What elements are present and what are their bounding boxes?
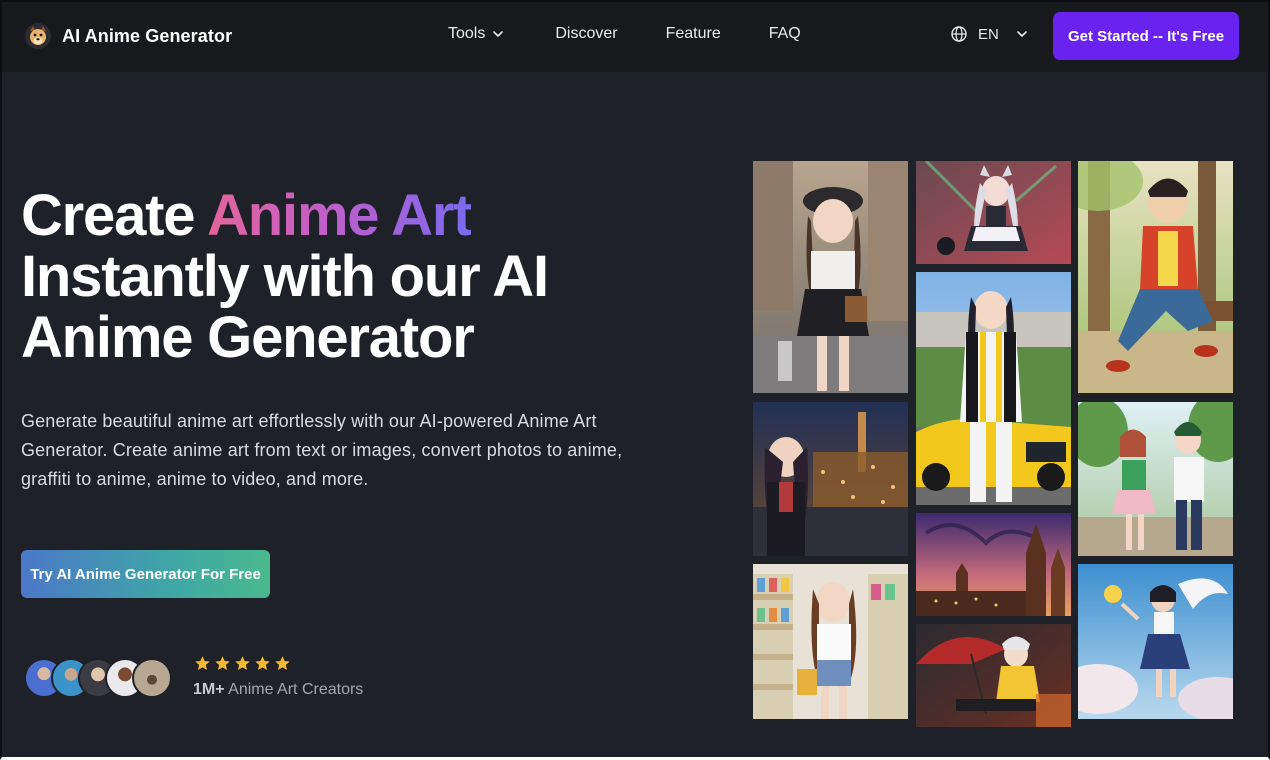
gallery-image-girl-wings-sky[interactable] bbox=[1078, 564, 1233, 719]
avatar bbox=[132, 658, 172, 698]
gallery-image-girl-supermarket[interactable] bbox=[753, 564, 908, 719]
dog-face-icon bbox=[25, 23, 51, 49]
star-icon bbox=[195, 656, 210, 670]
nav-faq-label: FAQ bbox=[768, 25, 801, 42]
site-logo[interactable]: AI Anime Generator bbox=[24, 22, 232, 50]
creators-count-number: 1M+ bbox=[193, 681, 225, 698]
creators-count: 1M+ Anime Art Creators bbox=[193, 681, 363, 699]
gallery-image-girl-street[interactable] bbox=[753, 161, 908, 393]
hero-title-part1: Create bbox=[21, 183, 208, 248]
hero-title-highlight: Anime Art bbox=[207, 183, 472, 248]
nav-discover-link[interactable]: Discover bbox=[555, 25, 617, 43]
user-avatars bbox=[24, 658, 184, 700]
creators-count-label: Anime Art Creators bbox=[224, 681, 364, 698]
globe-icon bbox=[951, 26, 967, 42]
main-nav: Tools Discover Feature FAQ bbox=[448, 25, 801, 43]
gallery-image-boy-park[interactable] bbox=[1078, 161, 1233, 393]
star-icon bbox=[215, 656, 230, 670]
nav-discover-label: Discover bbox=[555, 25, 618, 42]
star-icon bbox=[275, 656, 290, 670]
rating-stars bbox=[194, 655, 291, 672]
gallery-image-girl-city-night[interactable] bbox=[753, 402, 908, 556]
get-started-button[interactable]: Get Started -- It's Free bbox=[1053, 12, 1239, 60]
hero-description: Generate beautiful anime art effortlessl… bbox=[21, 411, 623, 489]
hero-title-part2: Instantly with our AI Anime Generator bbox=[21, 244, 549, 370]
nav-faq-link[interactable]: FAQ bbox=[769, 25, 801, 43]
language-code: EN bbox=[978, 25, 999, 43]
gallery-image-racer-girl[interactable] bbox=[916, 272, 1071, 505]
star-icon bbox=[255, 656, 270, 670]
try-generator-button[interactable]: Try AI Anime Generator For Free bbox=[21, 550, 270, 598]
nav-tools-label: Tools bbox=[448, 25, 486, 42]
star-icon bbox=[235, 656, 250, 670]
logo-text: AI Anime Generator bbox=[62, 25, 233, 46]
gallery-image-fantasy-castle[interactable] bbox=[916, 513, 1071, 616]
chevron-down-icon bbox=[493, 31, 504, 37]
gallery-image-couple-walk[interactable] bbox=[1078, 402, 1233, 556]
nav-feature-label: Feature bbox=[665, 25, 721, 42]
nav-tools-dropdown[interactable]: Tools bbox=[448, 25, 505, 43]
language-selector[interactable]: EN bbox=[950, 25, 1029, 43]
chevron-down-icon bbox=[1017, 31, 1027, 37]
gallery-image-catgirl-maid[interactable] bbox=[916, 161, 1071, 264]
top-navbar: AI Anime Generator Tools Discover Featur… bbox=[2, 2, 1268, 72]
nav-feature-link[interactable]: Feature bbox=[666, 25, 721, 43]
hero-title: Create Anime Art Instantly with our AI A… bbox=[21, 185, 681, 368]
gallery-image-boy-umbrella[interactable] bbox=[916, 624, 1071, 727]
